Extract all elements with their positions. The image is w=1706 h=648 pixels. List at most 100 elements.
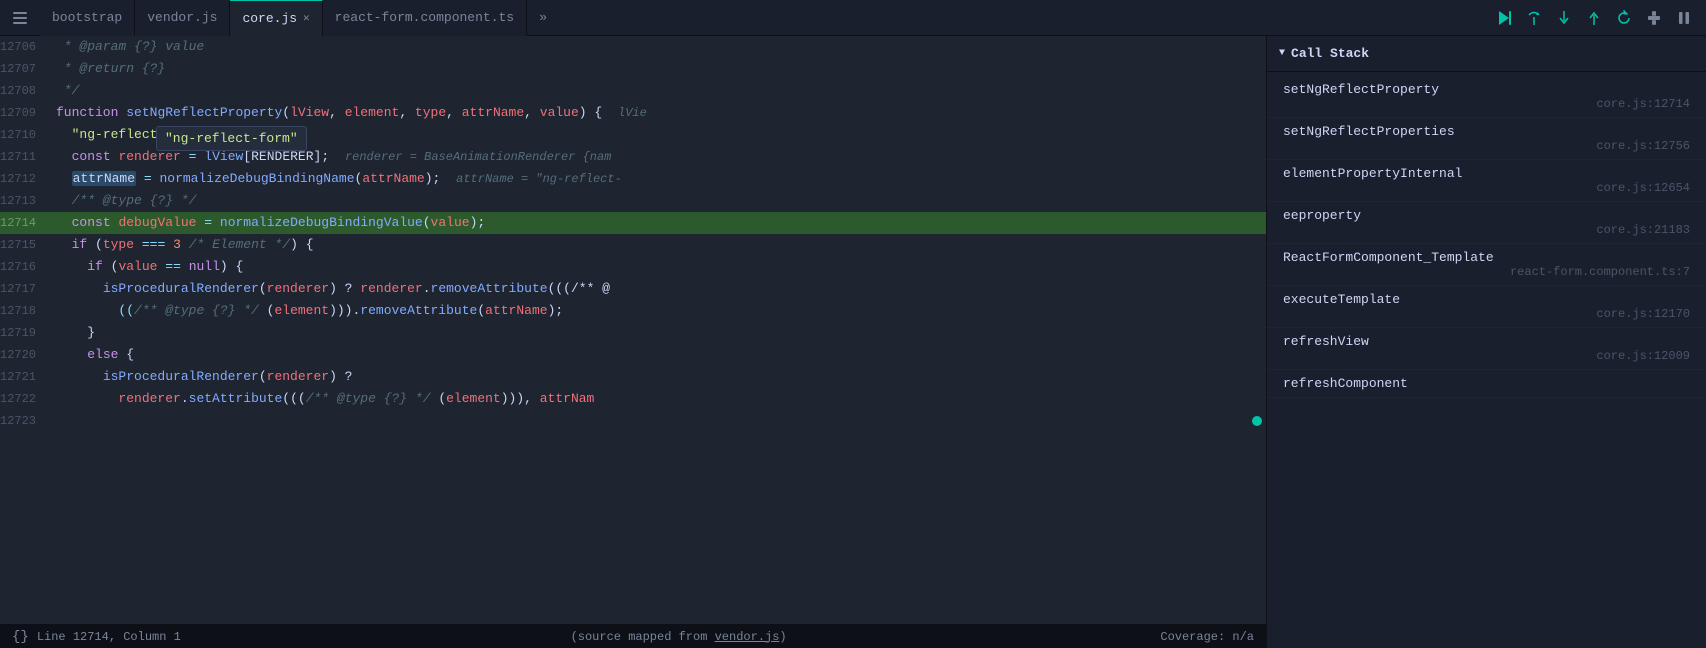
line-content-12709: function setNgReflectProperty(lView, ele… [52, 102, 1266, 124]
step-into-button[interactable] [1552, 6, 1576, 30]
code-line-12707: 12707 * @return {?} [0, 58, 1266, 80]
call-file-3: core.js:21183 [1283, 223, 1690, 237]
code-line-12722: 12722 renderer.setAttribute(((/** @type … [0, 388, 1266, 410]
code-line-12718: 12718 ((/** @type {?} */ (element))).rem… [0, 300, 1266, 322]
tab-overflow-button[interactable]: » [529, 4, 557, 32]
tab-vendor-label: vendor.js [147, 10, 217, 25]
code-line-12713: 12713 /** @type {?} */ [0, 190, 1266, 212]
call-stack-item-0[interactable]: setNgReflectProperty core.js:12714 [1267, 76, 1706, 118]
step-out-button[interactable] [1582, 6, 1606, 30]
line-num-12722: 12722 [0, 388, 52, 410]
call-stack-item-6[interactable]: refreshView core.js:12009 [1267, 328, 1706, 370]
call-fn-name-5: executeTemplate [1283, 292, 1690, 307]
code-content: 12706 * @param {?} value 12707 * @return… [0, 36, 1266, 624]
tab-vendor[interactable]: vendor.js [135, 0, 230, 36]
code-line-12719: 12719 } [0, 322, 1266, 344]
line-content-12722: renderer.setAttribute(((/** @type {?} */… [52, 388, 1266, 410]
continue-button[interactable] [1492, 6, 1516, 30]
tab-overflow-icon: » [539, 10, 547, 25]
line-content-12713: /** @type {?} */ [52, 190, 1266, 212]
line-content-12714: const debugValue = normalizeDebugBinding… [52, 212, 1266, 234]
line-content-12707: * @return {?} [52, 58, 1266, 80]
panel-header: ▼ Call Stack [1267, 36, 1706, 72]
status-braces-icon: {} [12, 629, 29, 645]
line-content-12721: isProceduralRenderer(renderer) ? [52, 366, 1266, 388]
line-num-12709: 12709 [0, 102, 52, 124]
line-num-12723: 12723 [0, 410, 52, 432]
line-content-12717: isProceduralRenderer(renderer) ? rendere… [52, 278, 1266, 300]
call-stack-items: setNgReflectProperty core.js:12714 setNg… [1267, 72, 1706, 648]
line-num-12718: 12718 [0, 300, 52, 322]
code-line-12721: 12721 isProceduralRenderer(renderer) ? [0, 366, 1266, 388]
call-fn-name-7: refreshComponent [1283, 376, 1690, 391]
call-stack-item-7[interactable]: refreshComponent [1267, 370, 1706, 398]
call-file-5: core.js:12170 [1283, 307, 1690, 321]
status-coverage: Coverage: n/a [1160, 630, 1254, 644]
pause-button[interactable] [1672, 6, 1696, 30]
call-file-1: core.js:12756 [1283, 139, 1690, 153]
call-file-2: core.js:12654 [1283, 181, 1690, 195]
line-num-12716: 12716 [0, 256, 52, 278]
status-source-end: ) [779, 630, 786, 644]
call-stack-item-2[interactable]: elementPropertyInternal core.js:12654 [1267, 160, 1706, 202]
panel-collapse-arrow[interactable]: ▼ [1279, 48, 1285, 59]
line-num-12707: 12707 [0, 58, 52, 80]
call-stack-item-4[interactable]: ReactFormComponent_Template react-form.c… [1267, 244, 1706, 286]
main-area: 12706 * @param {?} value 12707 * @return… [0, 36, 1706, 648]
line-content-12720: else { [52, 344, 1266, 366]
call-stack-item-1[interactable]: setNgReflectProperties core.js:12756 [1267, 118, 1706, 160]
line-num-12708: 12708 [0, 80, 52, 102]
status-source: (source mapped from vendor.js) [197, 630, 1161, 644]
tab-react-form-label: react-form.component.ts [335, 10, 514, 25]
code-line-12714: 12714 const debugValue = normalizeDebugB… [0, 212, 1266, 234]
code-line-12710: 12710 "ng-reflect-form" "ng-reflect-form… [0, 124, 1266, 146]
call-stack-item-3[interactable]: eeproperty core.js:21183 [1267, 202, 1706, 244]
code-line-12717: 12717 isProceduralRenderer(renderer) ? r… [0, 278, 1266, 300]
code-line-12723: 12723 [0, 410, 1266, 432]
step-over-button[interactable] [1522, 6, 1546, 30]
line-content-12706: * @param {?} value [52, 36, 1266, 58]
call-fn-name-2: elementPropertyInternal [1283, 166, 1690, 181]
tab-core[interactable]: core.js ✕ [230, 0, 322, 36]
line-content-12723 [52, 410, 1266, 432]
panel-title: Call Stack [1291, 46, 1369, 61]
status-source-link[interactable]: vendor.js [715, 630, 780, 644]
line-num-12711: 12711 [0, 146, 52, 168]
restart-button[interactable] [1612, 6, 1636, 30]
tab-core-close-icon[interactable]: ✕ [303, 11, 310, 25]
call-fn-name-1: setNgReflectProperties [1283, 124, 1690, 139]
line-content-12708: */ [52, 80, 1266, 102]
call-stack-panel: ▼ Call Stack setNgReflectProperty core.j… [1266, 36, 1706, 648]
code-line-12708: 12708 */ [0, 80, 1266, 102]
line-content-12715: if (type === 3 /* Element */) { [52, 234, 1266, 256]
tab-react-form[interactable]: react-form.component.ts [323, 0, 527, 36]
line-num-12706: 12706 [0, 36, 52, 58]
line-content-12716: if (value == null) { [52, 256, 1266, 278]
code-lines: 12706 * @param {?} value 12707 * @return… [0, 36, 1266, 432]
code-line-12706: 12706 * @param {?} value [0, 36, 1266, 58]
tab-bootstrap[interactable]: bootstrap [40, 0, 135, 36]
code-line-12716: 12716 if (value == null) { [0, 256, 1266, 278]
call-fn-name-3: eeproperty [1283, 208, 1690, 223]
line-num-12717: 12717 [0, 278, 52, 300]
line-num-12710: 12710 [0, 124, 52, 146]
code-line-12720: 12720 else { [0, 344, 1266, 366]
line-content-12719: } [52, 322, 1266, 344]
disconnect-button[interactable] [1642, 6, 1666, 30]
line-content-12718: ((/** @type {?} */ (element))).removeAtt… [52, 300, 1266, 322]
line-num-12714: 12714 [0, 212, 52, 234]
code-line-12712: 12712 attrName = normalizeDebugBindingNa… [0, 168, 1266, 190]
call-fn-name-6: refreshView [1283, 334, 1690, 349]
line-num-12720: 12720 [0, 344, 52, 366]
call-stack-item-5[interactable]: executeTemplate core.js:12170 [1267, 286, 1706, 328]
call-file-4: react-form.component.ts:7 [1283, 265, 1690, 279]
tab-bar: bootstrap vendor.js core.js ✕ react-form… [0, 0, 1706, 36]
status-position: Line 12714, Column 1 [37, 630, 181, 644]
sidebar-toggle-button[interactable] [4, 4, 36, 32]
code-editor[interactable]: 12706 * @param {?} value 12707 * @return… [0, 36, 1266, 648]
debug-tooltip: "ng-reflect-form" [156, 126, 307, 151]
call-file-0: core.js:12714 [1283, 97, 1690, 111]
call-fn-name-4: ReactFormComponent_Template [1283, 250, 1690, 265]
line-num-12712: 12712 [0, 168, 52, 190]
tab-bootstrap-label: bootstrap [52, 10, 122, 25]
